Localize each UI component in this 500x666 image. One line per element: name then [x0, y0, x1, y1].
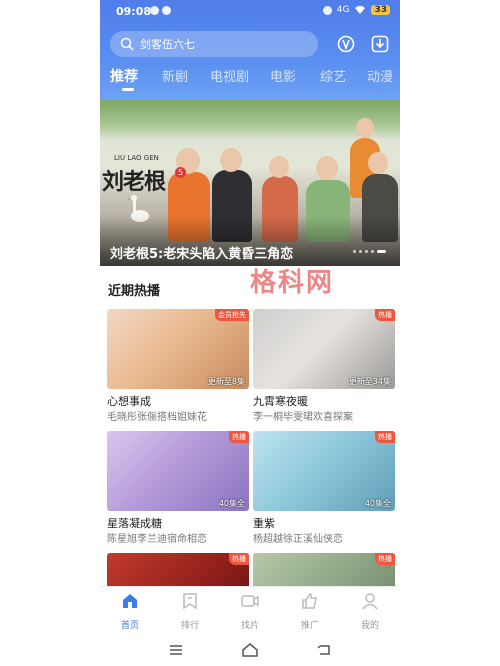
status-bar: 09:08 4G 33	[100, 0, 400, 22]
battery-icon: 33	[371, 5, 390, 15]
show-title: 星落凝成糖	[107, 517, 162, 530]
signal-icon: 4G	[336, 5, 350, 15]
carousel-dot	[371, 250, 374, 253]
episode-count: 更新至34集	[348, 377, 391, 386]
tab-tv-series[interactable]: 电视剧	[210, 66, 249, 85]
alarm-icon	[322, 5, 332, 15]
show-tag: 热播	[229, 431, 249, 443]
notification-icon	[150, 6, 159, 15]
nav-find[interactable]: 找片	[220, 591, 280, 631]
history-icon	[337, 35, 355, 53]
download-button[interactable]	[368, 32, 392, 56]
tab-anime[interactable]: 动漫	[367, 66, 393, 85]
download-icon	[371, 35, 389, 53]
tab-recommend[interactable]: 推荐	[110, 66, 138, 86]
search-placeholder: 剑客伍六七	[140, 38, 195, 51]
menu-icon[interactable]	[166, 640, 186, 660]
nav-label: 找片	[240, 621, 259, 631]
nav-profile[interactable]: 我的	[340, 591, 400, 631]
active-tab-indicator	[122, 88, 134, 91]
notification-icons	[150, 6, 171, 15]
history-button[interactable]	[334, 32, 358, 56]
banner-foliage	[100, 100, 400, 140]
carousel-indicator	[353, 250, 386, 253]
nav-home[interactable]: 首页	[100, 591, 160, 631]
show-thumbnail: 会员抢先 更新至8集	[107, 309, 249, 389]
show-tag: 热播	[375, 431, 395, 443]
show-subtitle: 李一桐毕雯珺欢喜探案	[253, 412, 353, 423]
search-icon	[120, 37, 134, 51]
home-nav-icon[interactable]	[240, 640, 260, 660]
banner-caption: 刘老根5:老宋头陷入黄昏三角恋	[110, 247, 294, 262]
banner-figure-head	[220, 148, 242, 172]
ranking-icon	[183, 593, 197, 610]
wifi-icon	[355, 6, 366, 14]
status-time: 09:08	[116, 5, 152, 18]
notification-icon	[162, 6, 171, 15]
show-thumbnail: 热播 更新至34集	[253, 309, 395, 389]
nav-label: 首页	[120, 621, 139, 631]
nav-label: 我的	[360, 621, 379, 631]
show-tag: 热播	[375, 553, 395, 565]
show-subtitle: 杨超越徐正溪仙侠恋	[253, 534, 343, 545]
nav-promote[interactable]: 推广	[280, 591, 340, 631]
status-icons: 4G 33	[322, 5, 390, 15]
show-thumbnail: 热播 40集全	[107, 431, 249, 511]
banner-logo: 刘老根	[102, 169, 166, 195]
thumbs-up-icon	[302, 593, 317, 609]
nav-label: 排行	[180, 621, 199, 631]
carousel-dot-active	[377, 250, 386, 253]
banner-figure-head	[316, 156, 338, 180]
show-title: 九霄寒夜暖	[253, 395, 308, 408]
banner-figure-head	[269, 156, 289, 178]
camera-icon	[241, 595, 259, 607]
watermark: 格科网	[250, 268, 335, 298]
episode-count: 更新至8集	[207, 377, 245, 386]
nav-ranking[interactable]: 排行	[160, 591, 220, 631]
featured-banner[interactable]: LIU LAO GEN 刘老根 5 刘老根5:老宋头陷入黄昏三角恋	[100, 100, 400, 266]
banner-figure-head	[356, 118, 374, 138]
banner-figure-head	[368, 152, 388, 174]
show-title: 心想事成	[107, 395, 151, 408]
section-title: 近期热播	[108, 284, 161, 299]
user-icon	[362, 593, 378, 610]
app-frame: 09:08 4G 33 剑客伍六七 推荐 新剧 电视剧 电影 综艺 动漫 LIU…	[100, 0, 400, 666]
show-title: 重紫	[253, 517, 275, 530]
episode-count: 40集全	[218, 499, 245, 508]
category-tabs: 推荐 新剧 电视剧 电影 综艺 动漫	[100, 66, 400, 96]
system-navigation-bar	[100, 634, 400, 666]
home-icon	[123, 594, 137, 608]
show-subtitle: 毛晓彤张俪搭档姐妹花	[107, 412, 207, 423]
tab-new-series[interactable]: 新剧	[162, 66, 188, 85]
show-thumbnail: 热播 40集全	[253, 431, 395, 511]
show-tag: 会员抢先	[215, 309, 249, 321]
show-subtitle: 陈星旭李兰迪宿命相恋	[107, 534, 207, 545]
episode-count: 40集全	[364, 499, 391, 508]
banner-season-badge: 5	[175, 167, 186, 178]
bottom-navigation: 首页 排行 找片 推广 我的	[100, 586, 400, 635]
carousel-dot	[353, 250, 356, 253]
carousel-dot	[359, 250, 362, 253]
tab-variety[interactable]: 综艺	[320, 66, 346, 85]
show-tag: 热播	[229, 553, 249, 565]
banner-logo-subtitle: LIU LAO GEN	[114, 154, 159, 162]
search-input[interactable]: 剑客伍六七	[110, 31, 318, 57]
tab-movies[interactable]: 电影	[270, 66, 296, 85]
back-icon[interactable]	[314, 640, 334, 660]
show-tag: 热播	[375, 309, 395, 321]
carousel-dot	[365, 250, 368, 253]
nav-label: 推广	[300, 621, 319, 631]
